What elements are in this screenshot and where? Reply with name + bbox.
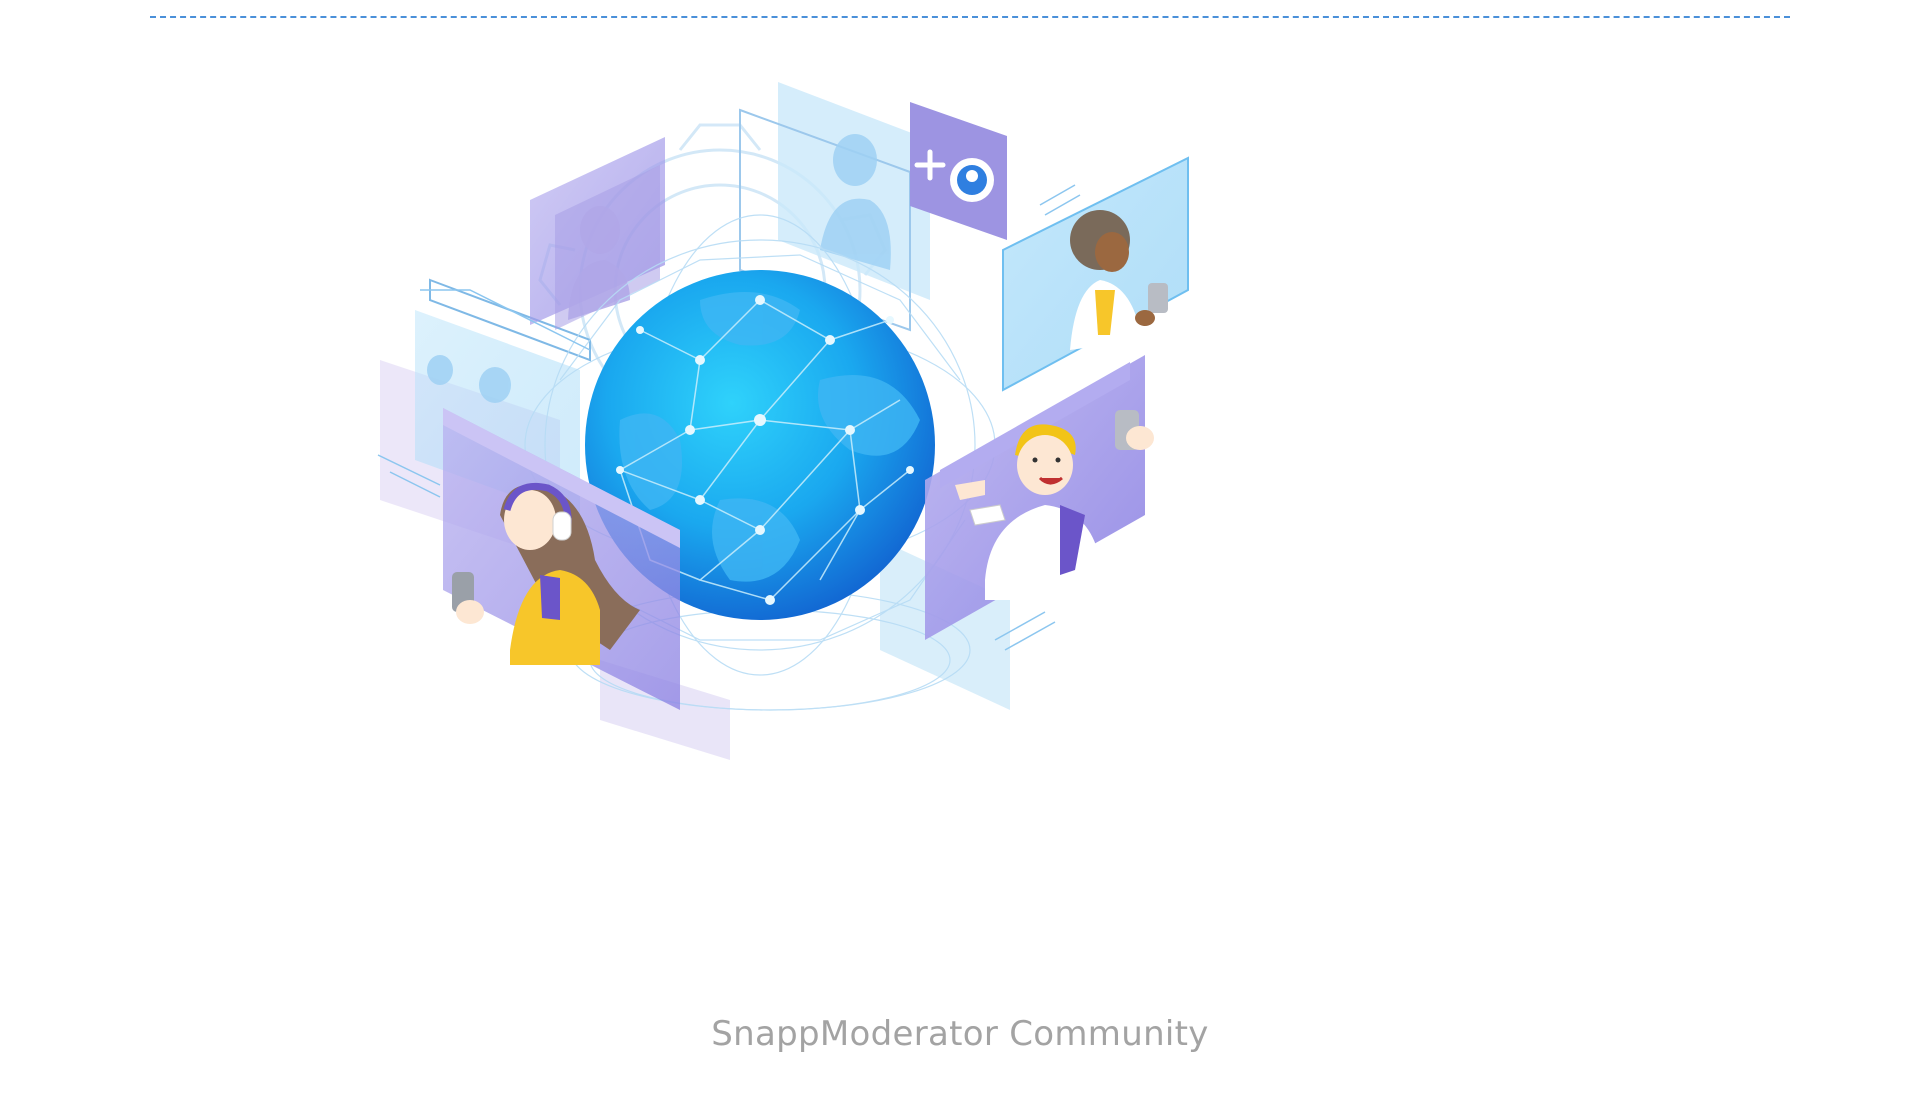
community-illustration (377, 82, 1189, 760)
moderator-badge-icon (950, 158, 994, 202)
phone-icon (1148, 283, 1168, 313)
caption-title: SnappModerator Community (711, 1014, 1209, 1054)
panel-user-top-right (1002, 156, 1189, 392)
panel-user-bottom-right (925, 355, 1154, 640)
